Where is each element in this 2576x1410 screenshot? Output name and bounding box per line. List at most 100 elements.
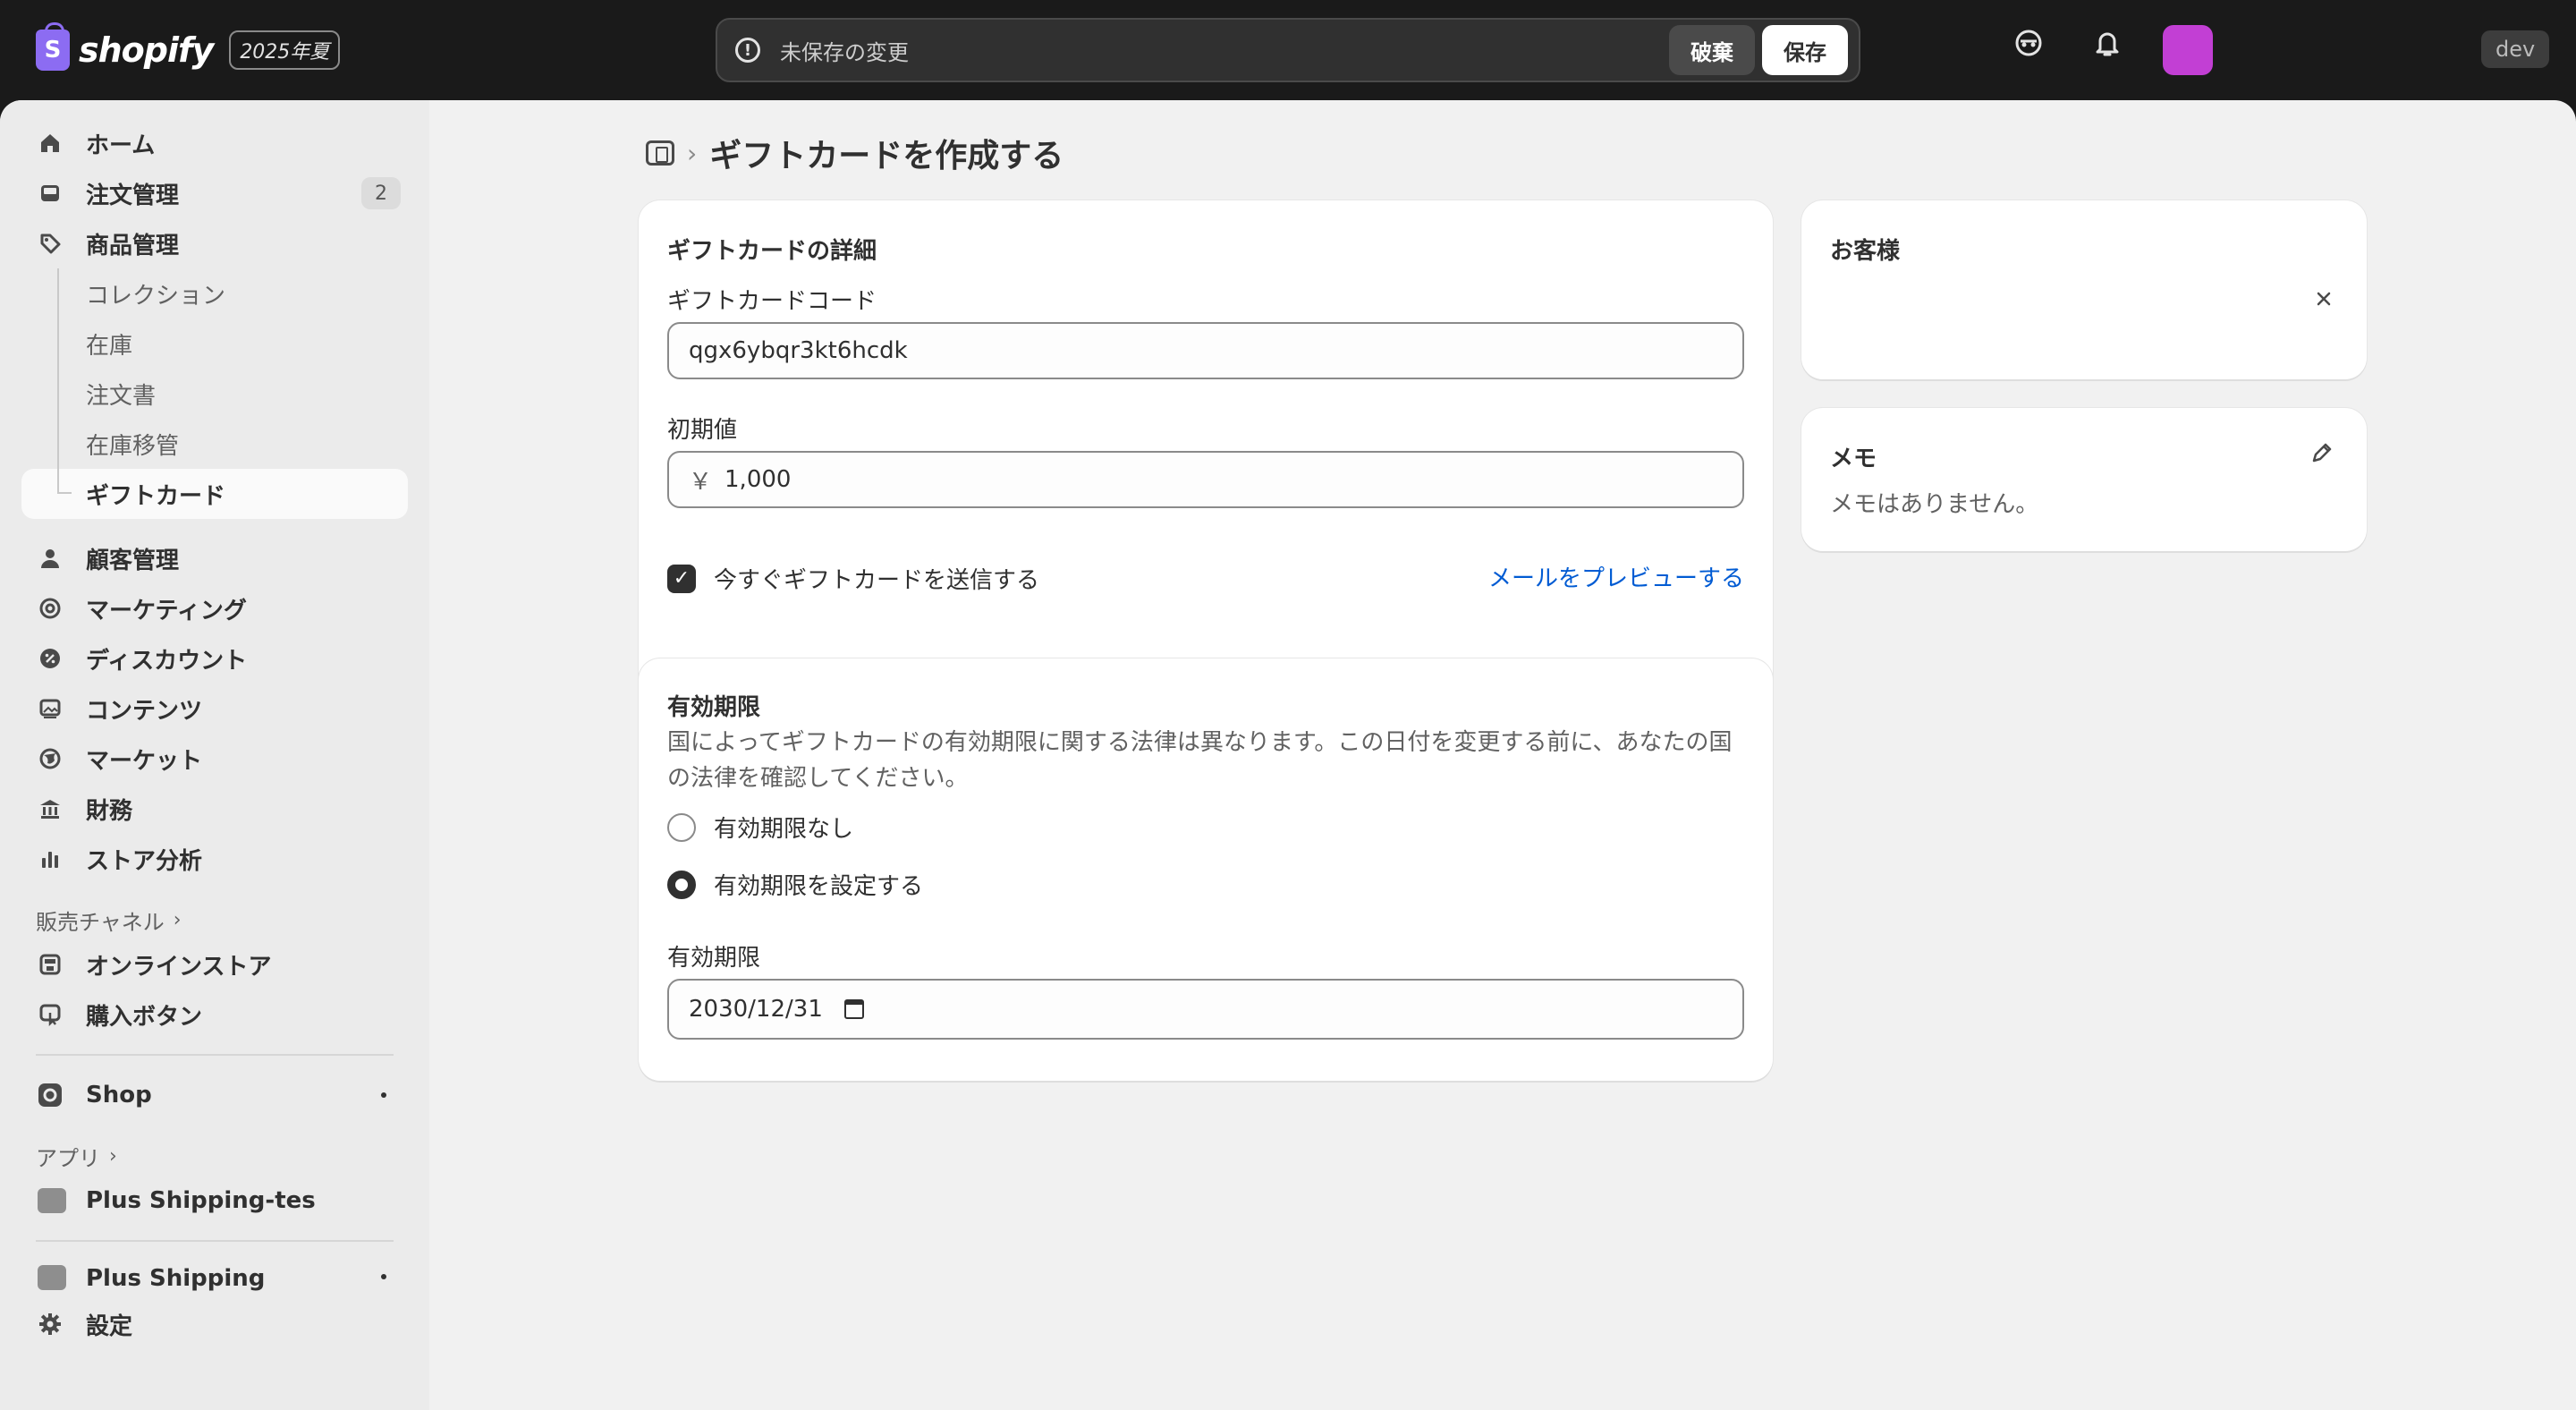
sidebar-subitem-collections[interactable]: コレクション	[21, 268, 408, 319]
status-dot	[381, 1092, 386, 1098]
sidebar-item-online-store[interactable]: オンラインストア	[21, 939, 408, 990]
bank-icon	[38, 796, 63, 821]
sidebar-item-marketing[interactable]: マーケティング	[21, 583, 408, 633]
sidebar-item-discounts[interactable]: ディスカウント	[21, 633, 408, 684]
option-set-label: 有効期限を設定する	[714, 873, 924, 900]
sidebar-item-plus-shipping-tes[interactable]: Plus Shipping-tes	[21, 1176, 408, 1226]
customer-card: お客様	[1801, 200, 2367, 379]
customer-title: お客様	[1830, 238, 1901, 265]
sidebar-item-plus-shipping[interactable]: Plus Shipping	[21, 1256, 408, 1292]
orders-count-badge: 2	[361, 177, 401, 209]
truck-app-icon	[38, 1188, 66, 1213]
sidebar-item-finance[interactable]: 財務	[21, 784, 408, 834]
sidebar-item-content[interactable]: コンテンツ	[21, 684, 408, 734]
avatar[interactable]	[2163, 25, 2213, 75]
gift-card-details-card: ギフトカードの詳細 ギフトカードコード qgx6ybqr3kt6hcdk 初期値…	[639, 200, 1773, 730]
sidebar-item-products[interactable]: 商品管理	[21, 218, 408, 268]
breadcrumb-separator-icon: ›	[687, 138, 698, 168]
sidebar-subitem-purchase-orders[interactable]: 注文書	[21, 369, 408, 419]
store-icon	[38, 952, 63, 977]
send-now-label[interactable]: 今すぐギフトカードを送信する	[714, 562, 1039, 595]
truck-app-icon	[38, 1265, 66, 1290]
sidebar-item-label: ストア分析	[86, 847, 203, 875]
chevron-right-icon: ›	[109, 1144, 117, 1168]
code-label: ギフトカードコード	[667, 288, 877, 315]
sidebar-divider	[36, 1240, 394, 1242]
sidebar: ホーム 注文管理 2 商品管理 コレクション 在庫 注文書 在庫移管 ギフトカー…	[0, 100, 429, 1410]
alert-icon: !	[735, 38, 760, 63]
sidebar-item-label: 設定	[86, 1312, 133, 1340]
person-icon	[38, 546, 63, 571]
sidebar-item-home[interactable]: ホーム	[21, 118, 408, 168]
expiry-option-set[interactable]: 有効期限を設定する	[667, 868, 923, 901]
memo-title: メモ	[1830, 446, 1877, 472]
sidebar-divider	[36, 1054, 394, 1056]
status-dot	[381, 1274, 386, 1279]
buy-button-icon	[38, 1002, 63, 1027]
edition-badge[interactable]: 2025年夏	[229, 30, 341, 70]
tag-icon	[38, 231, 63, 256]
sidebar-item-customers[interactable]: 顧客管理	[21, 533, 408, 583]
sidebar-item-label: オンラインストア	[86, 953, 272, 981]
gift-card-code-input[interactable]: qgx6ybqr3kt6hcdk	[667, 322, 1744, 379]
shopify-bag-icon: S	[36, 22, 70, 71]
radio-set[interactable]	[667, 870, 696, 899]
initial-value-input[interactable]: ￥ 1,000	[667, 451, 1744, 508]
save-button[interactable]: 保存	[1762, 25, 1848, 75]
top-icons	[2011, 25, 2125, 61]
discount-icon	[38, 646, 63, 671]
sidebar-item-label: 購入ボタン	[86, 1003, 203, 1031]
option-none-label: 有効期限なし	[714, 816, 854, 843]
initial-value: 1,000	[724, 466, 792, 493]
sidekick-icon[interactable]	[2011, 25, 2046, 61]
gift-card-icon[interactable]	[646, 140, 674, 166]
bell-icon[interactable]	[2089, 25, 2125, 61]
sidebar-item-label: 注文管理	[86, 182, 180, 209]
sidebar-item-label: 財務	[86, 797, 133, 825]
sidebar-item-settings[interactable]: 設定	[21, 1299, 408, 1349]
details-title: ギフトカードの詳細	[667, 238, 877, 265]
send-now-checkbox[interactable]: ✓	[667, 564, 696, 593]
chevron-right-icon: ›	[173, 908, 182, 931]
currency-prefix: ￥	[689, 468, 713, 496]
sidebar-item-markets[interactable]: マーケット	[21, 734, 408, 784]
preview-email-link[interactable]: メールをプレビューする	[1488, 560, 1744, 593]
page-title: ギフトカードを作成する	[709, 138, 1064, 174]
radio-none[interactable]	[667, 812, 696, 842]
code-value: qgx6ybqr3kt6hcdk	[689, 337, 908, 364]
apps-label: アプリ	[36, 1145, 100, 1171]
sidebar-item-buy-button[interactable]: 購入ボタン	[21, 990, 408, 1040]
sidebar-item-analytics[interactable]: ストア分析	[21, 834, 408, 884]
sidebar-item-label: コンテンツ	[86, 697, 203, 725]
sidebar-item-label: マーケティング	[86, 597, 247, 624]
target-icon	[38, 596, 63, 621]
expiry-date-input[interactable]: 2030/12/31	[667, 979, 1744, 1040]
chart-icon	[38, 846, 63, 871]
sidebar-subitem-gift-cards[interactable]: ギフトカード	[21, 469, 408, 519]
unsaved-changes-bar: ! 未保存の変更 破棄 保存	[716, 18, 1860, 82]
discard-button[interactable]: 破棄	[1669, 25, 1755, 75]
sidebar-item-shop[interactable]: Shop	[21, 1070, 408, 1120]
expiry-option-none[interactable]: 有効期限なし	[667, 811, 853, 844]
sidebar-item-label: 商品管理	[86, 232, 180, 259]
sales-channels-header[interactable]: 販売チャネル ›	[36, 900, 394, 939]
expiry-card: 有効期限 国によってギフトカードの有効期限に関する法律は異なります。この日付を変…	[639, 658, 1773, 1081]
expiry-title: 有効期限	[667, 694, 761, 721]
close-icon[interactable]	[2311, 286, 2336, 311]
memo-empty-text: メモはありません。	[1830, 491, 2039, 518]
shopify-logo[interactable]: S shopify 2025年夏	[36, 22, 341, 73]
initial-value-label: 初期値	[667, 417, 738, 444]
unsaved-message: 未保存の変更	[780, 39, 909, 65]
image-icon	[38, 696, 63, 721]
calendar-icon[interactable]	[843, 999, 864, 1019]
send-now-row: ✓ 今すぐギフトカードを送信する	[667, 562, 1039, 595]
sidebar-item-label: 顧客管理	[86, 547, 180, 574]
pencil-icon[interactable]	[2308, 438, 2336, 467]
sidebar-item-label: Shop	[86, 1082, 152, 1108]
env-badge[interactable]: dev	[2481, 30, 2550, 68]
logo-text: shopify	[79, 30, 214, 70]
sidebar-subitem-inventory[interactable]: 在庫	[21, 319, 408, 369]
sidebar-item-orders[interactable]: 注文管理 2	[21, 168, 408, 218]
apps-header[interactable]: アプリ ›	[36, 1136, 394, 1176]
sidebar-subitem-transfers[interactable]: 在庫移管	[21, 419, 408, 469]
